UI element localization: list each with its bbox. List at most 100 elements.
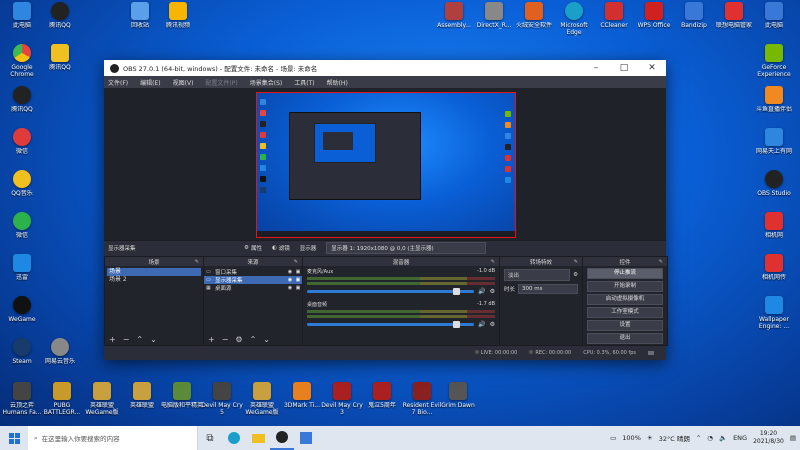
- desktop-icon[interactable]: 英雄联盟 WeGame版: [240, 382, 284, 416]
- lock-icon[interactable]: ▣: [294, 277, 302, 283]
- scene-item[interactable]: 场景: [107, 268, 201, 276]
- source-item[interactable]: ▭ 显示器采集 ◉ ▣: [204, 276, 302, 284]
- start-recording-button[interactable]: 开始录制: [587, 281, 663, 292]
- dock-settings-icon[interactable]: ✎: [294, 259, 298, 265]
- desktop-icon[interactable]: 网易天上有网: [752, 128, 796, 155]
- menu-edit[interactable]: 编辑(E): [140, 78, 160, 87]
- lock-icon[interactable]: ▣: [294, 285, 302, 291]
- source-item[interactable]: ▦ 桌面源 ◉ ▣: [204, 284, 302, 292]
- desktop-icon[interactable]: WPS Office: [632, 2, 676, 29]
- start-button[interactable]: [0, 426, 28, 450]
- clock[interactable]: 19:20 2021/8/30: [753, 430, 784, 446]
- stop-streaming-button[interactable]: 停止推流: [587, 268, 663, 279]
- gear-icon[interactable]: ⚙: [573, 272, 578, 278]
- menu-scene-collection[interactable]: 场景集合(S): [250, 78, 283, 87]
- task-view-icon[interactable]: ⧉: [198, 426, 222, 450]
- visibility-eye-icon[interactable]: ◉: [286, 269, 294, 275]
- maximize-button[interactable]: □: [610, 63, 638, 73]
- desktop-icon[interactable]: Devil May Cry 3: [320, 382, 364, 416]
- desktop-icon[interactable]: 微信: [0, 128, 44, 155]
- desktop-icon[interactable]: 3DMark Ti...: [280, 382, 324, 409]
- dock-settings-icon[interactable]: ✎: [195, 259, 199, 265]
- desktop-icon[interactable]: DirectX_R...: [472, 2, 516, 29]
- desktop-icon[interactable]: Bandizip: [672, 2, 716, 29]
- window-titlebar[interactable]: OBS 27.0.1 (64-bit, windows) - 配置文件: 未命名…: [104, 60, 666, 76]
- up-icon[interactable]: ⌃: [136, 335, 143, 344]
- desktop-icon[interactable]: 英雄联盟: [120, 382, 164, 409]
- file-explorer-icon[interactable]: [246, 426, 270, 450]
- remove-icon[interactable]: −: [222, 335, 229, 344]
- speaker-icon[interactable]: 🔊: [478, 321, 485, 328]
- weather-text[interactable]: 32°C 晴朗: [659, 433, 690, 443]
- desktop-icon[interactable]: Devil May Cry 5: [200, 382, 244, 416]
- desktop-icon[interactable]: PUBG BATTLEGR...: [40, 382, 84, 416]
- menu-help[interactable]: 帮助(H): [327, 78, 348, 87]
- volume-slider[interactable]: [307, 288, 475, 295]
- lock-icon[interactable]: ▣: [294, 269, 302, 275]
- desktop-icon[interactable]: Grim Dawn: [436, 382, 480, 409]
- add-icon[interactable]: +: [208, 335, 215, 344]
- chevron-up-icon[interactable]: ⌃: [696, 434, 701, 442]
- down-icon[interactable]: ⌄: [263, 335, 270, 344]
- language-indicator[interactable]: ENG: [733, 434, 747, 442]
- weather-icon[interactable]: ☀: [647, 434, 653, 442]
- menu-file[interactable]: 文件(F): [108, 78, 128, 87]
- remove-icon[interactable]: −: [123, 335, 130, 344]
- visibility-eye-icon[interactable]: ◉: [286, 277, 294, 283]
- desktop-icon[interactable]: 腾讯QQ: [0, 86, 44, 113]
- dock-settings-icon[interactable]: ✎: [574, 259, 578, 265]
- dock-settings-icon[interactable]: ✎: [491, 259, 495, 265]
- close-button[interactable]: ✕: [638, 63, 666, 73]
- speaker-icon[interactable]: 🔊: [478, 288, 485, 295]
- desktop-icon[interactable]: 网易云音乐: [38, 338, 82, 365]
- transition-select[interactable]: 淡出: [504, 269, 571, 281]
- desktop-icon[interactable]: 腾讯QQ: [38, 2, 82, 29]
- minimize-button[interactable]: –: [582, 63, 610, 73]
- scene-item[interactable]: 场景 2: [107, 276, 201, 284]
- desktop-icon[interactable]: 斗鱼直播伴侣: [752, 86, 796, 113]
- gear-icon[interactable]: ⚙: [490, 321, 495, 328]
- wifi-icon[interactable]: ◔: [707, 434, 713, 442]
- studio-mode-button[interactable]: 工作室模式: [587, 307, 663, 318]
- menu-profile[interactable]: 配置文件(P): [205, 78, 237, 87]
- notification-icon[interactable]: ▤: [790, 434, 796, 442]
- desktop-icon[interactable]: 英雄联盟 WeGame版: [80, 382, 124, 416]
- desktop-icon[interactable]: GeForce Experience: [752, 44, 796, 78]
- desktop-icon[interactable]: Wallpaper Engine: ...: [752, 296, 796, 330]
- desktop-icon[interactable]: Assembly...: [432, 2, 476, 29]
- start-virtual-camera-button[interactable]: 启动虚拟摄像机: [587, 294, 663, 305]
- add-icon[interactable]: +: [109, 335, 116, 344]
- desktop-icon[interactable]: 腾讯QQ: [38, 44, 82, 71]
- source-item[interactable]: ▭ 窗口采集 ◉ ▣: [204, 268, 302, 276]
- volume-icon[interactable]: 🔈: [719, 434, 727, 442]
- dock-settings-icon[interactable]: ✎: [659, 259, 663, 265]
- desktop-icon[interactable]: CCleaner: [592, 2, 636, 29]
- menu-view[interactable]: 视图(V): [173, 78, 194, 87]
- display-select[interactable]: 显示器 1: 1920x1080 @ 0,0 (主显示器): [326, 242, 487, 254]
- obs-taskbar-icon[interactable]: [270, 426, 294, 450]
- desktop-icon[interactable]: OBS Studio: [752, 170, 796, 197]
- filters-button[interactable]: ◐ 滤镜: [272, 244, 290, 252]
- volume-slider[interactable]: [307, 321, 475, 328]
- desktop-icon[interactable]: Microsoft Edge: [552, 2, 596, 36]
- preview-canvas[interactable]: [256, 92, 516, 238]
- desktop-icon[interactable]: 腾讯视频: [156, 2, 200, 29]
- up-icon[interactable]: ⌃: [250, 335, 257, 344]
- menu-tools[interactable]: 工具(T): [294, 78, 314, 87]
- visibility-eye-icon[interactable]: ◉: [286, 285, 294, 291]
- duration-input[interactable]: 300 ms: [518, 284, 578, 294]
- desktop-icon[interactable]: QQ音乐: [0, 170, 44, 197]
- down-icon[interactable]: ⌄: [150, 335, 157, 344]
- desktop-icon[interactable]: 迅雷: [0, 254, 44, 281]
- desktop-icon[interactable]: 鬼泣5周年: [360, 382, 404, 409]
- desktop-icon[interactable]: 联想电脑管家: [712, 2, 756, 29]
- desktop-icon[interactable]: 云顶之弈 Humans Fa...: [0, 382, 44, 416]
- gear-icon[interactable]: ⚙: [235, 335, 242, 344]
- settings-button[interactable]: 设置: [587, 320, 663, 331]
- desktop-icon[interactable]: 微信: [0, 212, 44, 239]
- gear-icon[interactable]: ⚙: [490, 288, 495, 295]
- desktop-icon[interactable]: 相机网: [752, 212, 796, 239]
- exit-button[interactable]: 退出: [587, 333, 663, 344]
- desktop-icon[interactable]: 此电脑: [752, 2, 796, 29]
- taskbar-search-input[interactable]: ⌕ 在这里输入你要搜索的内容: [28, 426, 198, 450]
